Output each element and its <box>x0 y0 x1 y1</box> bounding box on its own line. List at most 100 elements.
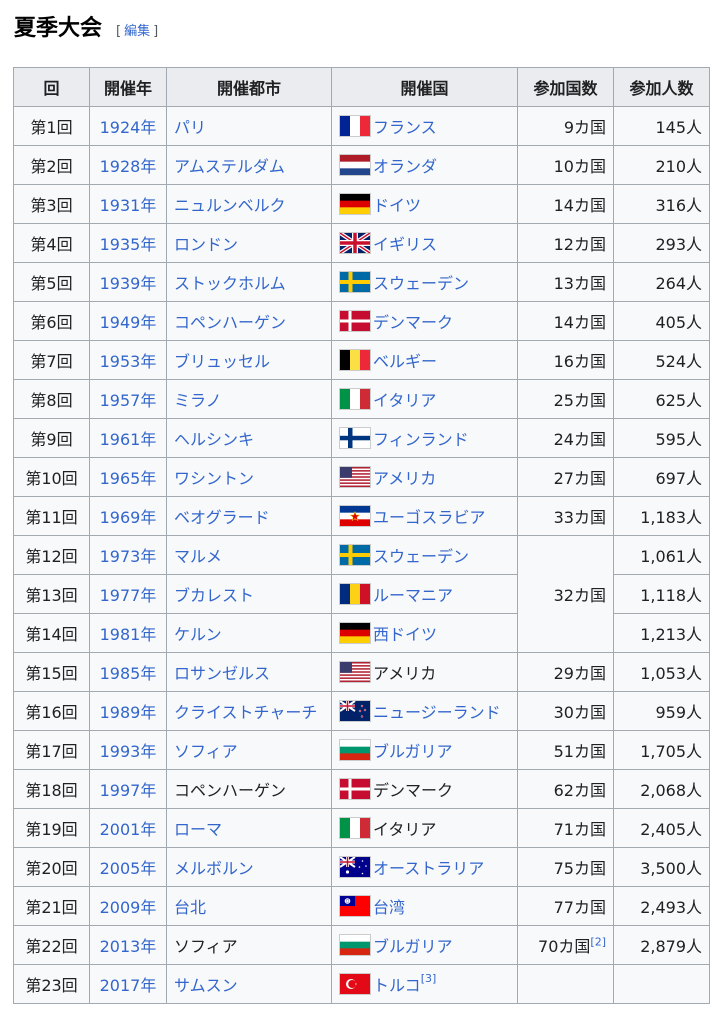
country-link[interactable]: ブルガリア <box>373 742 453 761</box>
year-link[interactable]: 1985年 <box>89 652 167 692</box>
bulgaria-flag-icon[interactable] <box>339 934 371 956</box>
yugoslavia-flag-icon[interactable] <box>339 505 371 527</box>
newzealand-flag-icon[interactable] <box>339 700 371 722</box>
city-link[interactable]: ミラノ <box>166 379 332 419</box>
country-link[interactable]: ベルギー <box>373 352 437 371</box>
city-link[interactable]: ブカレスト <box>166 574 332 614</box>
participants-cell: 1,183人 <box>613 496 710 536</box>
year-link[interactable]: 1969年 <box>89 496 167 536</box>
year-link[interactable]: 1928年 <box>89 145 167 185</box>
country-link[interactable]: ニュージーランド <box>373 703 501 722</box>
year-link[interactable]: 1935年 <box>89 223 167 263</box>
country-link[interactable]: オーストラリア <box>373 859 484 878</box>
city-link[interactable]: アムステルダム <box>166 145 332 185</box>
city-link[interactable]: サムスン <box>166 964 332 1004</box>
country-link[interactable]: トルコ <box>373 976 421 995</box>
australia-flag-icon[interactable] <box>339 856 371 878</box>
year-link[interactable]: 1953年 <box>89 340 167 380</box>
year-link[interactable]: 1993年 <box>89 730 167 770</box>
section-title: 夏季大会 <box>14 16 103 41</box>
year-link[interactable]: 1965年 <box>89 457 167 497</box>
reference-link[interactable]: [2] <box>590 936 606 949</box>
finland-flag-icon[interactable] <box>339 427 371 449</box>
city-link[interactable]: ロサンゼルス <box>166 652 332 692</box>
city-link[interactable]: 台北 <box>166 886 332 926</box>
denmark-flag-icon[interactable] <box>339 778 371 800</box>
header-participants[interactable]: 参加人数 <box>613 67 710 107</box>
turkey-flag-icon[interactable] <box>339 973 371 995</box>
country-link[interactable]: フランス <box>373 118 437 137</box>
country-link[interactable]: ルーマニア <box>373 586 453 605</box>
romania-flag-icon[interactable] <box>339 583 371 605</box>
uk-flag-icon[interactable] <box>339 232 371 254</box>
country-link[interactable]: スウェーデン <box>373 274 469 293</box>
usa-flag-icon[interactable] <box>339 661 371 683</box>
year-link[interactable]: 1961年 <box>89 418 167 458</box>
city-link[interactable]: ケルン <box>166 613 332 653</box>
header-nations[interactable]: 参加国数 <box>517 67 614 107</box>
france-flag-icon[interactable] <box>339 115 371 137</box>
city-link[interactable]: メルボルン <box>166 847 332 887</box>
taiwan-flag-icon[interactable] <box>339 895 371 917</box>
country-link[interactable]: ユーゴスラビア <box>373 508 485 527</box>
year-link[interactable]: 2005年 <box>89 847 167 887</box>
usa-flag-icon[interactable] <box>339 466 371 488</box>
country-link[interactable]: イギリス <box>373 235 437 254</box>
year-link[interactable]: 1997年 <box>89 769 167 809</box>
city-link[interactable]: ストックホルム <box>166 262 332 302</box>
edit-section-link[interactable]: 編集 <box>124 24 150 39</box>
country-cell: アメリカ <box>331 652 518 692</box>
year-link[interactable]: 1973年 <box>89 535 167 575</box>
year-link[interactable]: 1981年 <box>89 613 167 653</box>
year-link[interactable]: 1957年 <box>89 379 167 419</box>
city-link[interactable]: クライストチャーチ <box>166 691 332 731</box>
year-link[interactable]: 1931年 <box>89 184 167 224</box>
city-link[interactable]: ソフィア <box>166 730 332 770</box>
header-city[interactable]: 開催都市 <box>166 67 332 107</box>
header-year[interactable]: 開催年 <box>89 67 167 107</box>
year-link[interactable]: 2017年 <box>89 964 167 1004</box>
italy-flag-icon[interactable] <box>339 817 371 839</box>
germany-flag-icon[interactable] <box>339 622 371 644</box>
year-link[interactable]: 1949年 <box>89 301 167 341</box>
netherlands-flag-icon[interactable] <box>339 154 371 176</box>
denmark-flag-icon[interactable] <box>339 310 371 332</box>
reference-link[interactable]: [3] <box>421 972 437 985</box>
germany-flag-icon[interactable] <box>339 193 371 215</box>
city-link[interactable]: ロンドン <box>166 223 332 263</box>
country-link[interactable]: 西ドイツ <box>373 625 437 644</box>
sweden-flag-icon[interactable] <box>339 544 371 566</box>
year-link[interactable]: 1939年 <box>89 262 167 302</box>
year-link[interactable]: 1924年 <box>89 106 167 146</box>
city-link[interactable]: ブリュッセル <box>166 340 332 380</box>
italy-flag-icon[interactable] <box>339 388 371 410</box>
country-link[interactable]: フィンランド <box>373 430 469 449</box>
sweden-flag-icon[interactable] <box>339 271 371 293</box>
city-link[interactable]: ベオグラード <box>166 496 332 536</box>
country-link[interactable]: 台湾 <box>373 898 405 917</box>
header-country[interactable]: 開催国 <box>331 67 518 107</box>
city-link[interactable]: ワシントン <box>166 457 332 497</box>
country-link[interactable]: イタリア <box>373 391 436 410</box>
city-link[interactable]: ヘルシンキ <box>166 418 332 458</box>
country-link[interactable]: スウェーデン <box>373 547 469 566</box>
country-link[interactable]: ドイツ <box>373 196 421 215</box>
header-edition[interactable]: 回 <box>13 67 90 107</box>
year-link[interactable]: 2013年 <box>89 925 167 965</box>
city-link[interactable]: マルメ <box>166 535 332 575</box>
year-link[interactable]: 1989年 <box>89 691 167 731</box>
city-link[interactable]: コペンハーゲン <box>166 301 332 341</box>
city-link[interactable]: ローマ <box>166 808 332 848</box>
country-link[interactable]: アメリカ <box>373 469 436 488</box>
city-link[interactable]: パリ <box>166 106 332 146</box>
bulgaria-flag-icon[interactable] <box>339 739 371 761</box>
country-link[interactable]: オランダ <box>373 157 437 176</box>
year-link[interactable]: 2001年 <box>89 808 167 848</box>
country-cell: ユーゴスラビア <box>331 496 518 536</box>
city-link[interactable]: ニュルンベルク <box>166 184 332 224</box>
country-link[interactable]: ブルガリア <box>373 937 453 956</box>
year-link[interactable]: 1977年 <box>89 574 167 614</box>
year-link[interactable]: 2009年 <box>89 886 167 926</box>
country-link[interactable]: デンマーク <box>373 313 453 332</box>
belgium-flag-icon[interactable] <box>339 349 371 371</box>
